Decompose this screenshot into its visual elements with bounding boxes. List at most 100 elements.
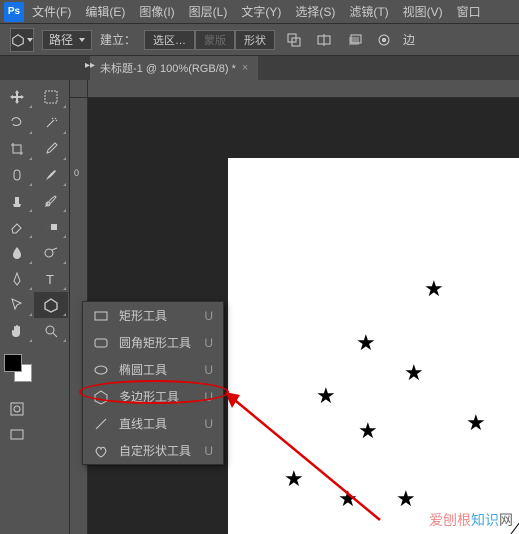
star-shape: ★ xyxy=(396,486,416,512)
tools-panel: T xyxy=(0,80,70,534)
star-shape: ★ xyxy=(338,486,358,512)
chevron-down-icon xyxy=(79,38,85,42)
star-shape: ★ xyxy=(466,410,486,436)
eyedropper-tool[interactable] xyxy=(34,136,68,162)
flyout-item-label: 椭圆工具 xyxy=(119,361,167,378)
polygon-icon xyxy=(93,389,109,405)
make-shape-button[interactable]: 形状 xyxy=(235,30,275,50)
options-bar: 路径 建立： 选区… 蒙版 形状 边 xyxy=(0,24,519,56)
pen-tool[interactable] xyxy=(0,266,34,292)
type-tool[interactable]: T xyxy=(34,266,68,292)
make-mask-button[interactable]: 蒙版 xyxy=(195,30,235,50)
flyout-item-shortcut: U xyxy=(204,417,213,431)
ruler-tick: 0 xyxy=(74,168,79,178)
screen-mode-toggle[interactable] xyxy=(0,422,34,448)
line-icon xyxy=(93,416,109,432)
menu-filter[interactable]: 滤镜(T) xyxy=(343,1,394,22)
crop-tool[interactable] xyxy=(0,136,34,162)
star-shape: ★ xyxy=(424,276,444,302)
workspace: T 0 ★ ★ ★ xyxy=(0,80,519,534)
tool-preset-picker[interactable] xyxy=(10,28,34,52)
custom-shape-tool-item[interactable]: 自定形状工具 U xyxy=(83,437,223,464)
rounded-rectangle-tool-item[interactable]: 圆角矩形工具 U xyxy=(83,329,223,356)
dodge-tool[interactable] xyxy=(34,240,68,266)
rectangle-tool-item[interactable]: 矩形工具 U xyxy=(83,302,223,329)
menu-edit[interactable]: 编辑(E) xyxy=(79,1,131,22)
watermark-part1: 爱刨根 xyxy=(429,512,471,528)
lasso-tool[interactable] xyxy=(0,110,34,136)
shape-tool-flyout: 矩形工具 U 圆角矩形工具 U 椭圆工具 U 多边形工具 U 直线工具 U 自定… xyxy=(82,301,224,465)
watermark-part3: 网 xyxy=(499,512,513,528)
path-alignment-button[interactable] xyxy=(313,29,335,51)
custom-shape-icon xyxy=(93,443,109,459)
sides-label: 边 xyxy=(403,31,415,48)
flyout-item-shortcut: U xyxy=(204,309,213,323)
history-brush-tool[interactable] xyxy=(34,188,68,214)
gradient-tool[interactable] xyxy=(34,214,68,240)
menu-image[interactable]: 图像(I) xyxy=(133,1,180,22)
watermark-part2: 知识 xyxy=(471,512,499,528)
color-swatches[interactable] xyxy=(0,350,69,386)
path-arrangement-button[interactable] xyxy=(343,29,365,51)
make-label: 建立： xyxy=(100,31,136,48)
flyout-item-label: 矩形工具 xyxy=(119,307,167,324)
foreground-color-swatch[interactable] xyxy=(4,354,22,372)
document-tab[interactable]: 未标题-1 @ 100%(RGB/8) * × xyxy=(90,56,258,80)
polygon-tool-item[interactable]: 多边形工具 U xyxy=(83,383,223,410)
clone-stamp-tool[interactable] xyxy=(0,188,34,214)
flyout-item-shortcut: U xyxy=(204,336,213,350)
chevron-down-icon xyxy=(27,38,33,42)
brush-tool[interactable] xyxy=(34,162,68,188)
move-tool[interactable] xyxy=(0,84,34,110)
app-logo: Ps xyxy=(4,2,24,22)
make-selection-button[interactable]: 选区… xyxy=(144,30,195,50)
close-icon[interactable]: × xyxy=(242,62,248,74)
document-tab-bar: ▸▸ 未标题-1 @ 100%(RGB/8) * × xyxy=(0,56,519,80)
star-shape: ★ xyxy=(404,360,424,386)
svg-text:T: T xyxy=(46,272,54,287)
line-tool-item[interactable]: 直线工具 U xyxy=(83,410,223,437)
ellipse-tool-item[interactable]: 椭圆工具 U xyxy=(83,356,223,383)
path-selection-tool[interactable] xyxy=(0,292,34,318)
star-shape: ★ xyxy=(284,466,304,492)
eraser-tool[interactable] xyxy=(0,214,34,240)
marquee-tool[interactable] xyxy=(34,84,68,110)
magic-wand-tool[interactable] xyxy=(34,110,68,136)
flyout-item-shortcut: U xyxy=(204,444,213,458)
rectangle-icon xyxy=(93,308,109,324)
shape-tool[interactable] xyxy=(34,292,68,318)
horizontal-ruler[interactable] xyxy=(88,80,519,98)
menu-window[interactable]: 窗口 xyxy=(451,1,487,22)
watermark: 爱刨根知识网 xyxy=(429,510,513,530)
menu-view[interactable]: 视图(V) xyxy=(397,1,449,22)
menu-select[interactable]: 选择(S) xyxy=(289,1,341,22)
document-canvas[interactable]: ★ ★ ★ ★ ★ ★ ★ ★ ★ xyxy=(228,158,519,534)
menu-file[interactable]: 文件(F) xyxy=(26,1,77,22)
quick-mask-toggle[interactable] xyxy=(0,396,34,422)
flyout-item-label: 直线工具 xyxy=(119,415,167,432)
tool-settings-button[interactable] xyxy=(373,29,395,51)
document-tab-title: 未标题-1 @ 100%(RGB/8) * xyxy=(100,60,236,76)
hand-tool[interactable] xyxy=(0,318,34,344)
tool-mode-select[interactable]: 路径 xyxy=(42,30,92,50)
rounded-rectangle-icon xyxy=(93,335,109,351)
ruler-origin[interactable] xyxy=(70,80,88,98)
flyout-item-label: 自定形状工具 xyxy=(119,442,191,459)
star-shape: ★ xyxy=(316,383,336,409)
zoom-tool[interactable] xyxy=(34,318,68,344)
flyout-item-shortcut: U xyxy=(204,363,213,377)
healing-brush-tool[interactable] xyxy=(0,162,34,188)
collapse-arrows-icon[interactable]: ▸▸ xyxy=(85,60,95,71)
flyout-item-label: 圆角矩形工具 xyxy=(119,334,191,351)
path-operations-button[interactable] xyxy=(283,29,305,51)
flyout-item-label: 多边形工具 xyxy=(119,388,179,405)
menu-bar: Ps 文件(F) 编辑(E) 图像(I) 图层(L) 文字(Y) 选择(S) 滤… xyxy=(0,0,519,24)
star-shape: ★ xyxy=(356,330,376,356)
menu-layer[interactable]: 图层(L) xyxy=(183,1,234,22)
menu-type[interactable]: 文字(Y) xyxy=(235,1,287,22)
tool-mode-value: 路径 xyxy=(49,31,73,48)
blur-tool[interactable] xyxy=(0,240,34,266)
star-shape: ★ xyxy=(358,418,378,444)
flyout-item-shortcut: U xyxy=(204,390,213,404)
ellipse-icon xyxy=(93,362,109,378)
